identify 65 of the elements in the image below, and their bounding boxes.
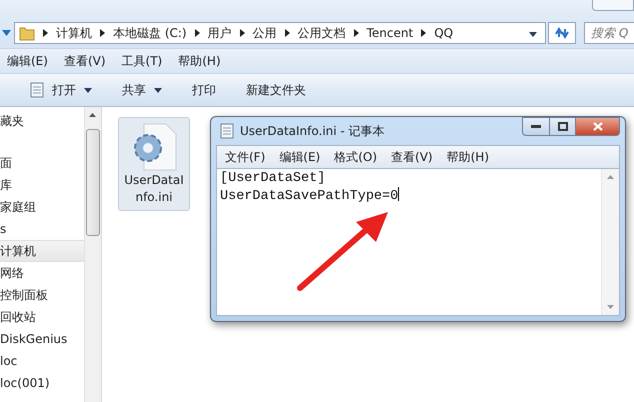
caret-icon[interactable]	[2, 30, 11, 36]
toolbar-button[interactable]: 打开	[30, 80, 92, 100]
sidebar-item[interactable]: s	[0, 218, 84, 240]
sidebar-item[interactable]: 藏夹	[0, 110, 84, 132]
down-arrow-icon	[607, 305, 614, 309]
sidebar-item[interactable]: 库	[0, 174, 84, 196]
sidebar-item[interactable]: loc	[0, 350, 84, 372]
notepad-icon	[30, 82, 44, 98]
breadcrumb[interactable]: 公用	[252, 24, 277, 42]
sidebar-item[interactable]: 面	[0, 152, 84, 174]
notepad-icon	[220, 123, 234, 139]
minimize-icon	[531, 124, 541, 128]
caret-icon	[84, 88, 92, 92]
toolbar-button[interactable]: 新建文件夹	[246, 80, 306, 100]
up-arrow-icon	[89, 113, 96, 117]
breadcrumb[interactable]: 用户	[208, 24, 232, 42]
caret-icon	[154, 88, 162, 92]
breadcrumb[interactable]: QQ	[434, 26, 454, 40]
scrollbar[interactable]	[601, 169, 619, 315]
menu-item[interactable]: 帮助(H)	[178, 50, 221, 72]
toolbar-button[interactable]: 共享	[122, 80, 162, 100]
sidebar-item[interactable]: DiskGenius	[0, 328, 84, 350]
menu-item[interactable]: 帮助(H)	[446, 146, 489, 168]
file-item[interactable]: UserDataInfo.ini	[118, 117, 190, 211]
up-arrow-icon	[607, 175, 614, 179]
maximize-button[interactable]	[550, 117, 576, 136]
breadcrumb[interactable]: 本地磁盘 (C:)	[113, 24, 187, 42]
window-title: UserDataInfo.ini - 记事本	[240, 122, 385, 140]
search-field[interactable]: 搜索 Q	[584, 22, 634, 44]
close-icon	[592, 122, 602, 131]
caret-icon	[529, 32, 537, 37]
menu-item[interactable]: 文件(F)	[225, 146, 266, 168]
toolbar-button[interactable]: 打印	[192, 80, 216, 100]
sidebar-item[interactable]: 回收站	[0, 306, 84, 328]
chevron-icon	[43, 29, 48, 37]
chevron-icon	[240, 29, 245, 37]
window-button[interactable]	[592, 0, 634, 11]
maximize-icon	[558, 122, 568, 131]
sidebar-item[interactable]: 网络	[0, 262, 84, 284]
menu-item[interactable]: 工具(T)	[122, 50, 162, 72]
chevron-icon	[194, 29, 200, 37]
refresh-button[interactable]	[548, 22, 576, 44]
sidebar-item[interactable]: 计算机	[0, 240, 84, 262]
menu-item[interactable]: 编辑(E)	[279, 146, 320, 168]
close-button[interactable]	[576, 117, 620, 136]
chevron-icon	[354, 29, 359, 37]
breadcrumb[interactable]: Tencent	[366, 26, 414, 40]
folder-icon	[19, 25, 35, 41]
menu-item[interactable]: 查看(V)	[391, 146, 433, 168]
chevron-icon	[100, 29, 105, 37]
menu-item[interactable]: 格式(O)	[334, 146, 378, 168]
minimize-button[interactable]	[522, 117, 550, 136]
refresh-icon	[555, 27, 569, 39]
sidebar-item[interactable]: loc(001)	[0, 372, 84, 394]
breadcrumb[interactable]: 公用文档	[298, 24, 346, 42]
breadcrumb[interactable]: 计算机	[56, 24, 92, 42]
address-bar[interactable]: 计算机 本地磁盘 (C:) 用户 公用 公用文档 Tencent QQ	[14, 22, 546, 44]
menu-item[interactable]: 编辑(E)	[7, 50, 48, 72]
menu-item[interactable]: 查看(V)	[64, 50, 106, 72]
sidebar-item[interactable]: 控制面板	[0, 284, 84, 306]
file-name: UserDataInfo.ini	[124, 172, 184, 206]
scrollbar[interactable]	[84, 107, 101, 402]
chevron-icon	[421, 29, 426, 37]
sidebar-item[interactable]: 家庭组	[0, 196, 84, 218]
chevron-icon	[284, 29, 290, 37]
